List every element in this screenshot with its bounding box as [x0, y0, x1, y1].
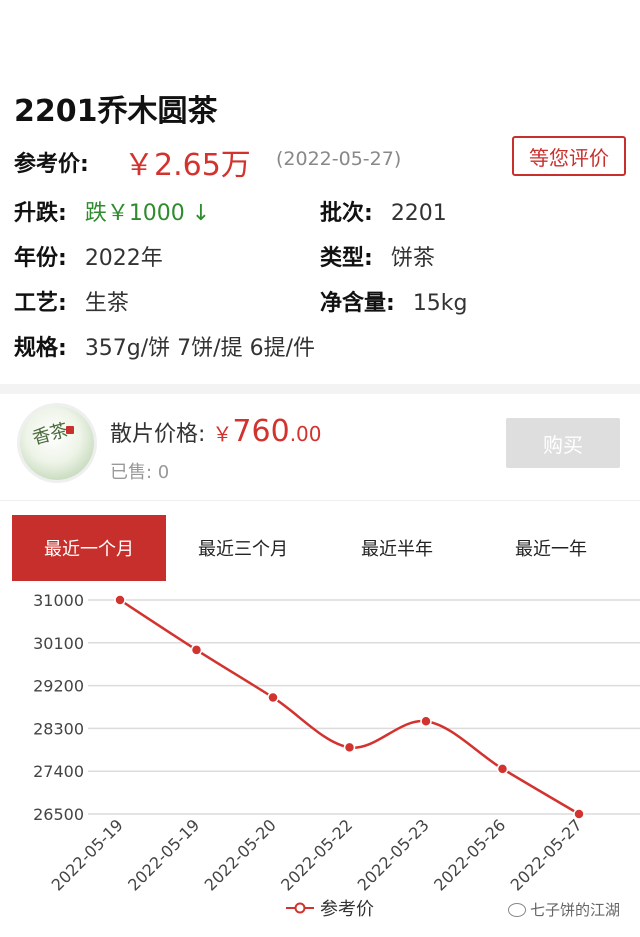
type-label: 类型:	[320, 246, 373, 271]
data-point	[496, 763, 509, 775]
change-value: 跌￥1000 ↓	[84, 201, 211, 226]
divider-line	[0, 500, 640, 501]
weight-value: 15kg	[412, 291, 468, 316]
data-point	[420, 715, 432, 728]
y-tick-label: 29200	[33, 677, 84, 696]
y-tick-label: 30100	[33, 634, 84, 653]
spec-label: 规格:	[14, 336, 67, 361]
reference-price-row: 参考价: ￥2.65万 (2022-05-27) 等您评价	[14, 136, 626, 183]
watermark-text: 七子饼的江湖	[529, 901, 620, 919]
data-point	[114, 594, 126, 606]
attr-change: 升跌: 跌￥1000 ↓	[14, 195, 210, 227]
tab-3-months[interactable]: 最近三个月	[166, 515, 320, 581]
data-point	[343, 741, 356, 754]
section-divider	[0, 384, 640, 394]
change-label: 升跌:	[14, 201, 67, 226]
attr-craft: 工艺: 生茶	[14, 285, 129, 317]
data-point	[267, 691, 279, 704]
reference-price-date: (2022-05-27)	[276, 148, 402, 170]
data-point	[573, 808, 585, 820]
y-tick-label: 27400	[33, 762, 84, 781]
legend-label: 参考价	[320, 899, 374, 920]
chart-legend: 参考价	[286, 895, 374, 921]
period-tabs: 最近一个月 最近三个月 最近半年 最近一年	[12, 515, 628, 581]
spec-value: 357g/饼 7饼/提 6提/件	[84, 336, 315, 361]
batch-label: 批次:	[320, 201, 373, 226]
attr-weight: 净含量: 15kg	[320, 285, 468, 317]
loose-price-amount: 760	[232, 414, 290, 449]
attr-year: 年份: 2022年	[14, 240, 163, 272]
reference-price-value: ￥2.65万	[124, 148, 251, 183]
craft-value: 生茶	[84, 291, 129, 316]
tab-1-month[interactable]: 最近一个月	[12, 515, 166, 581]
reference-price-label: 参考价:	[14, 152, 89, 177]
x-tick-label: 2022-05-19	[124, 815, 203, 892]
y-tick-label: 28300	[33, 719, 84, 738]
wechat-icon	[507, 902, 526, 917]
tab-half-year[interactable]: 最近半年	[320, 515, 474, 581]
rate-button[interactable]: 等您评价	[512, 136, 626, 176]
y-tick-label: 26500	[33, 805, 84, 824]
attr-spec: 规格: 357g/饼 7饼/提 6提/件	[14, 330, 315, 362]
sold-count: 已售: 0	[110, 462, 170, 483]
loose-price-currency: ￥	[212, 422, 233, 446]
year-label: 年份:	[14, 246, 67, 271]
watermark: 七子饼的江湖	[507, 899, 620, 920]
y-tick-label: 31000	[33, 591, 84, 610]
attr-batch: 批次: 2201	[320, 195, 447, 227]
seal-icon	[66, 426, 74, 434]
loose-price-label: 散片价格:	[110, 422, 206, 447]
data-point	[190, 644, 203, 656]
x-tick-label: 2022-05-20	[201, 815, 280, 892]
x-tick-label: 2022-05-22	[277, 815, 356, 892]
product-thumbnail[interactable]: 香茶	[20, 406, 94, 480]
attr-type: 类型: 饼茶	[320, 240, 435, 272]
x-tick-label: 2022-05-19	[48, 815, 127, 892]
x-tick-label: 2022-05-26	[430, 815, 509, 892]
type-value: 饼茶	[390, 246, 435, 271]
weight-label: 净含量:	[320, 291, 395, 316]
x-tick-label: 2022-05-23	[354, 815, 433, 892]
batch-value: 2201	[390, 201, 447, 226]
legend-line-icon	[286, 902, 314, 914]
loose-price-decimals: .00	[289, 422, 322, 446]
loose-price: 散片价格: ￥760.00	[110, 414, 322, 449]
calligraphy-mark-icon: 香茶	[30, 419, 71, 450]
x-tick-label: 2022-05-27	[507, 815, 586, 892]
year-value: 2022年	[84, 246, 163, 271]
tab-1-year[interactable]: 最近一年	[474, 515, 628, 581]
price-chart: 3100030100292002830027400265002022-05-19…	[33, 591, 640, 892]
product-title: 2201乔木圆茶	[14, 94, 218, 129]
buy-button[interactable]: 购买	[506, 418, 620, 468]
craft-label: 工艺:	[14, 291, 67, 316]
series-line	[119, 598, 580, 816]
